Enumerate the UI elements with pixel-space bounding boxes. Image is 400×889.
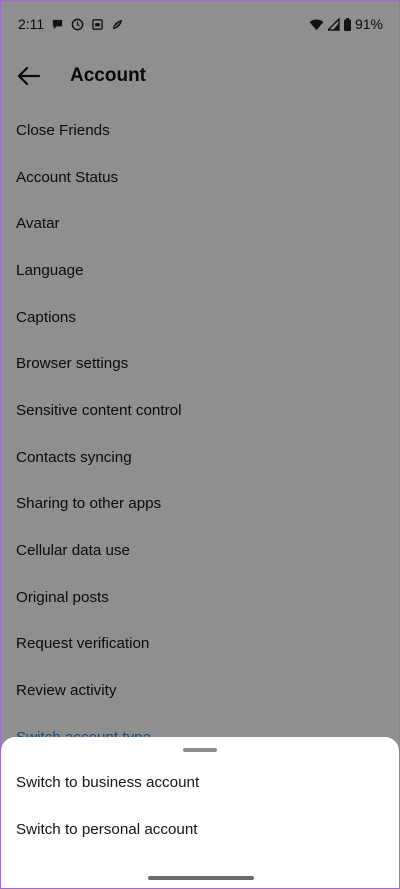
switch-to-business-account-option[interactable]: Switch to business account: [16, 774, 199, 791]
phone-screen: 2:11 91% Account Close Friends Account S…: [0, 0, 400, 889]
switch-to-personal-account-option[interactable]: Switch to personal account: [16, 821, 198, 838]
sheet-drag-handle[interactable]: [183, 748, 217, 752]
home-indicator[interactable]: [148, 876, 254, 880]
bottom-sheet: Switch to business account Switch to per…: [1, 737, 399, 888]
